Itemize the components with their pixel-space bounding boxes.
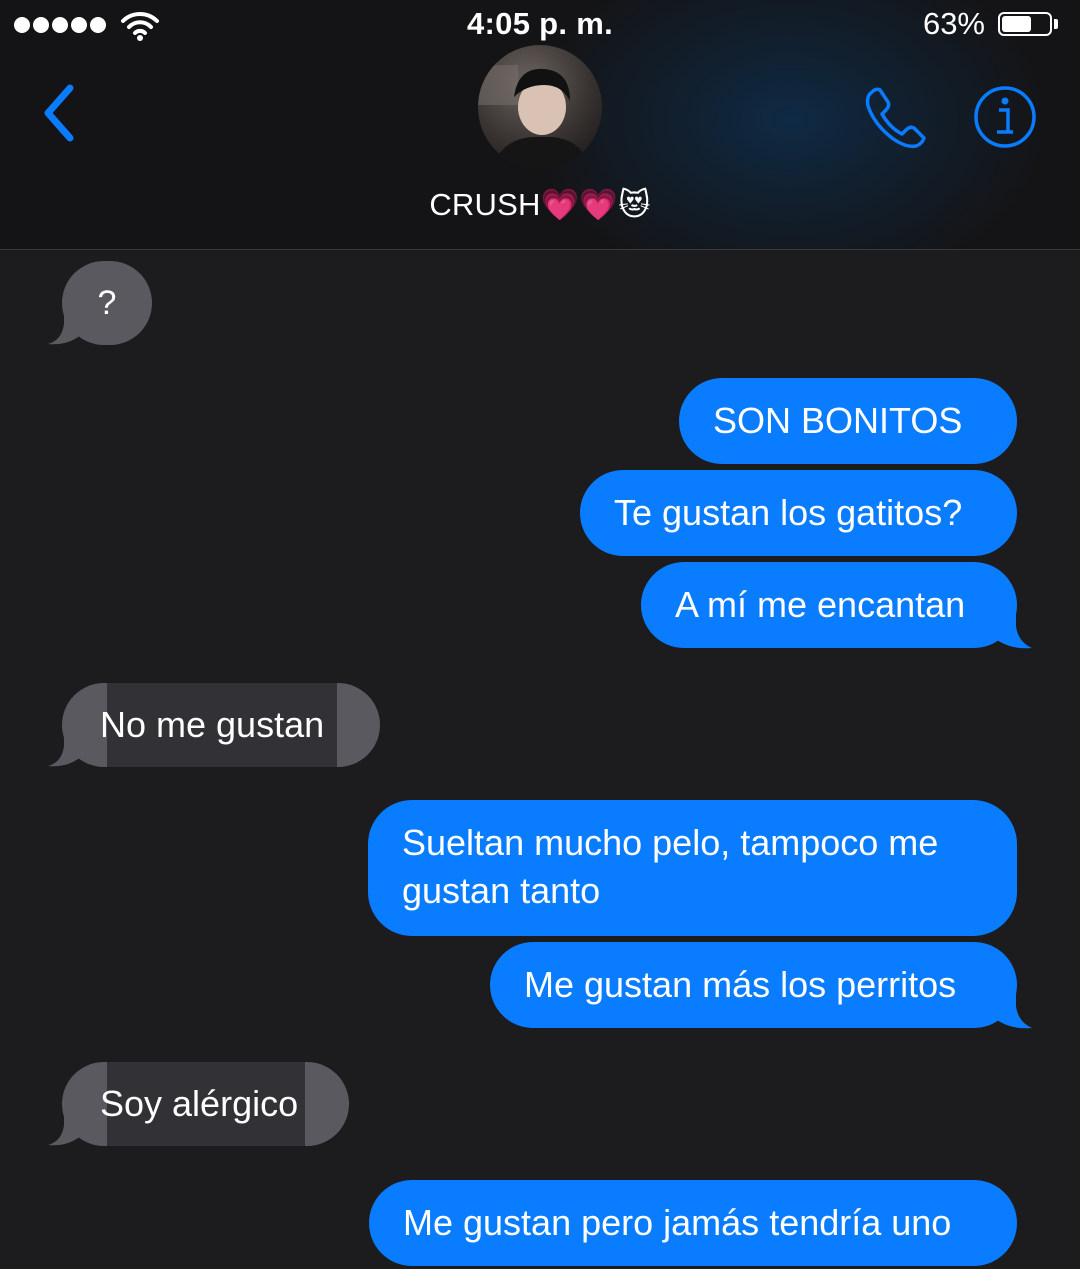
message-text: gustan tanto xyxy=(402,870,601,911)
message-text: Sueltan mucho pelo, tampoco me xyxy=(402,822,939,863)
battery-percent: 63% xyxy=(922,6,985,41)
contact-name[interactable]: CRUSH💗💗😻 xyxy=(0,186,1080,223)
message-text: Te gustan los gatitos? xyxy=(614,492,963,533)
battery-level-fill xyxy=(1002,16,1031,32)
outgoing-message[interactable]: Me gustan pero jamás tendría uno xyxy=(369,1180,1017,1266)
status-time: 4:05 p. m. xyxy=(467,6,613,41)
info-icon[interactable] xyxy=(972,84,1038,150)
battery-icon xyxy=(998,12,1052,36)
outgoing-message[interactable]: Me gustan más los perritos xyxy=(490,942,1017,1028)
conversation-header: 4:05 p. m. 63% CRUSH💗💗😻 xyxy=(0,0,1080,250)
incoming-message[interactable]: Soy alérgico xyxy=(62,1062,349,1146)
message-text: Me gustan pero jamás tendría uno xyxy=(403,1202,952,1243)
message-text: SON BONITOS xyxy=(713,400,963,441)
bubble-tail xyxy=(994,614,1032,649)
incoming-message[interactable]: No me gustan xyxy=(62,683,380,767)
message-text: A mí me encantan xyxy=(675,584,966,625)
bubble-tail xyxy=(48,734,82,767)
message-text: Me gustan más los perritos xyxy=(524,964,957,1005)
outgoing-message[interactable]: Sueltan mucho pelo, tampoco me gustan ta… xyxy=(368,800,1017,936)
phone-icon[interactable] xyxy=(862,84,932,150)
contact-avatar[interactable] xyxy=(478,45,602,169)
bubble-tail xyxy=(48,1113,82,1146)
message-text: No me gustan xyxy=(100,704,325,745)
message-text: Soy alérgico xyxy=(100,1083,299,1124)
bubble-tail xyxy=(48,312,82,345)
message-text: ? xyxy=(97,284,117,322)
back-chevron-icon[interactable] xyxy=(36,80,86,146)
outgoing-message[interactable]: A mí me encantan xyxy=(641,562,1017,648)
outgoing-message[interactable]: Te gustan los gatitos? xyxy=(580,470,1017,556)
bubble-tail xyxy=(994,994,1032,1029)
outgoing-message[interactable]: SON BONITOS xyxy=(679,378,1017,464)
